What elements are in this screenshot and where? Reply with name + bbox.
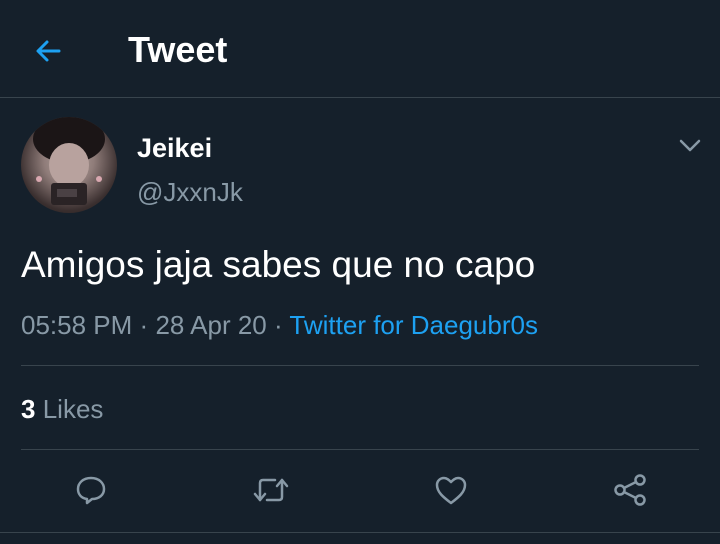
chevron-down-icon <box>679 139 701 152</box>
tweet-time: 05:58 PM <box>21 310 133 340</box>
back-button[interactable] <box>28 31 68 71</box>
retweet-icon <box>253 478 289 502</box>
heart-icon <box>435 476 467 505</box>
share-button[interactable] <box>608 468 652 512</box>
arrow-left-icon <box>36 40 61 62</box>
reply-button[interactable] <box>69 468 113 512</box>
avatar[interactable] <box>21 117 117 213</box>
profile-photo <box>33 117 105 205</box>
divider <box>21 449 699 450</box>
share-icon <box>614 474 646 506</box>
page-title: Tweet <box>128 29 228 70</box>
author-display-name[interactable]: Jeikei <box>137 132 212 164</box>
divider <box>0 532 720 533</box>
likes-count: 3 <box>21 394 36 424</box>
tweet-meta: 05:58 PM · 28 Apr 20 · Twitter for Daegu… <box>21 307 538 343</box>
tweet-source-link[interactable]: Twitter for Daegubr0s <box>289 310 538 340</box>
divider <box>21 365 699 366</box>
app-header: Tweet <box>0 0 720 98</box>
reply-icon <box>76 476 106 505</box>
retweet-button[interactable] <box>249 468 293 512</box>
meta-separator: · <box>273 310 283 340</box>
tweet-text: Amigos jaja sabes que no capo <box>21 244 536 285</box>
like-button[interactable] <box>429 468 473 512</box>
more-options-button[interactable] <box>674 130 706 162</box>
likes-link[interactable]: 3 Likes <box>21 392 103 426</box>
likes-label: Likes <box>42 394 104 424</box>
meta-separator: · <box>139 310 149 340</box>
author-handle[interactable]: @JxxnJk <box>137 176 243 208</box>
tweet-date: 28 Apr 20 <box>155 310 267 340</box>
